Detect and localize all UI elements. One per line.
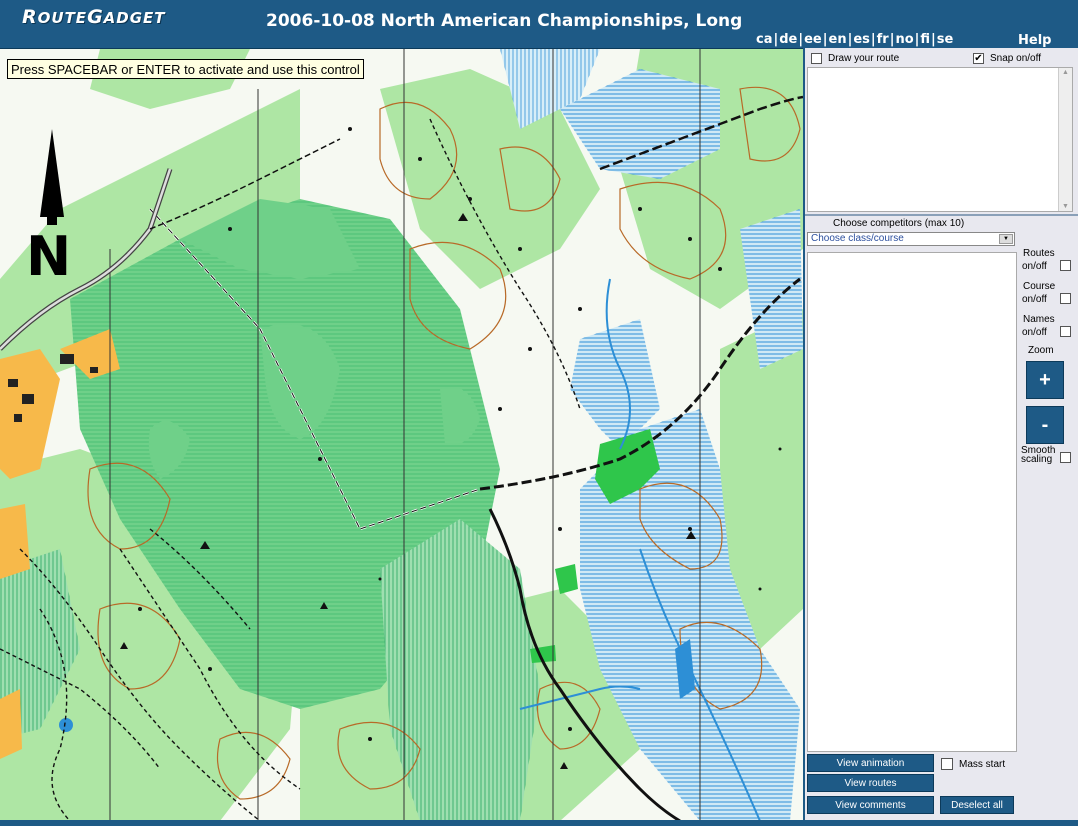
activation-tooltip: Press SPACEBAR or ENTER to activate and … <box>7 59 364 79</box>
route-comments-textarea[interactable] <box>807 67 1073 212</box>
orienteering-map[interactable]: N Press SPACEBAR or ENTER to activate an… <box>0 48 803 820</box>
snap-row[interactable]: ✔ Snap on/off <box>973 53 1041 64</box>
lang-link-ee[interactable]: ee <box>804 32 822 47</box>
control-panel: Draw your route ✔ Snap on/off Choose com… <box>803 48 1078 820</box>
snap-label: Snap on/off <box>990 53 1041 64</box>
lang-link-no[interactable]: no <box>895 32 913 47</box>
lang-link-es[interactable]: es <box>853 32 870 47</box>
class-course-select-value: Choose class/course <box>811 233 904 244</box>
app-header: ROUTEGADGET 2006-10-08 North American Ch… <box>0 0 1078 48</box>
view-comments-button[interactable]: View comments <box>807 796 934 814</box>
names-checkbox[interactable] <box>1060 326 1071 337</box>
lang-link-ca[interactable]: ca <box>756 32 772 47</box>
north-label: N <box>26 225 71 288</box>
routes-label: Routes <box>1023 248 1055 259</box>
view-routes-button[interactable]: View routes <box>807 774 934 792</box>
mass-start-row[interactable]: Mass start <box>941 758 1005 770</box>
help-link[interactable]: Help <box>1018 33 1051 48</box>
routes-checkbox[interactable] <box>1060 260 1071 271</box>
smooth-scaling-checkbox[interactable] <box>1060 452 1071 463</box>
names-label: Names <box>1023 314 1055 325</box>
scaling-label: scaling <box>1021 454 1053 465</box>
zoom-label: Zoom <box>1028 345 1054 356</box>
lang-link-se[interactable]: se <box>937 32 954 47</box>
zoom-out-button[interactable]: - <box>1026 406 1064 444</box>
course-onoff-label: on/off <box>1022 294 1047 305</box>
bottom-border <box>0 820 1078 826</box>
names-onoff-label: on/off <box>1022 327 1047 338</box>
mass-start-label: Mass start <box>959 758 1006 770</box>
course-toggle[interactable]: Course on/off <box>1021 281 1077 314</box>
routes-toggle[interactable]: Routes on/off <box>1021 248 1077 281</box>
routegadget-logo: ROUTEGADGET <box>22 6 166 28</box>
choose-competitors-label: Choose competitors (max 10) <box>833 218 965 229</box>
mass-start-checkbox[interactable] <box>941 758 953 770</box>
smooth-scaling-toggle[interactable]: Smooth scaling <box>1021 446 1071 465</box>
snap-checkbox[interactable]: ✔ <box>973 53 984 64</box>
lang-link-en[interactable]: en <box>829 32 847 47</box>
panel-divider <box>805 214 1078 216</box>
lang-link-de[interactable]: de <box>779 32 797 47</box>
lang-link-fi[interactable]: fi <box>920 32 930 47</box>
course-checkbox[interactable] <box>1060 293 1071 304</box>
draw-route-row[interactable]: Draw your route <box>811 53 899 64</box>
zoom-in-button[interactable]: + <box>1026 361 1064 399</box>
course-label: Course <box>1023 281 1056 292</box>
map-canvas[interactable]: N <box>0 49 803 820</box>
lang-link-fr[interactable]: fr <box>877 32 889 47</box>
language-links: ca | de | ee | en | es | fr | no | fi | se <box>756 32 954 47</box>
deselect-all-button[interactable]: Deselect all <box>940 796 1014 814</box>
class-course-select[interactable]: Choose class/course ▼ <box>807 232 1015 246</box>
draw-route-checkbox[interactable] <box>811 53 822 64</box>
event-title: 2006-10-08 North American Championships,… <box>266 11 743 31</box>
competitor-list[interactable] <box>807 252 1017 752</box>
draw-route-label: Draw your route <box>828 53 900 64</box>
comments-scrollbar[interactable] <box>1058 68 1072 211</box>
view-animation-button[interactable]: View animation <box>807 754 934 772</box>
names-toggle[interactable]: Names on/off <box>1021 314 1077 347</box>
display-options: Routes on/off Course on/off Names on/off <box>1021 248 1077 347</box>
routes-onoff-label: on/off <box>1022 261 1047 272</box>
chevron-down-icon[interactable]: ▼ <box>999 234 1013 244</box>
